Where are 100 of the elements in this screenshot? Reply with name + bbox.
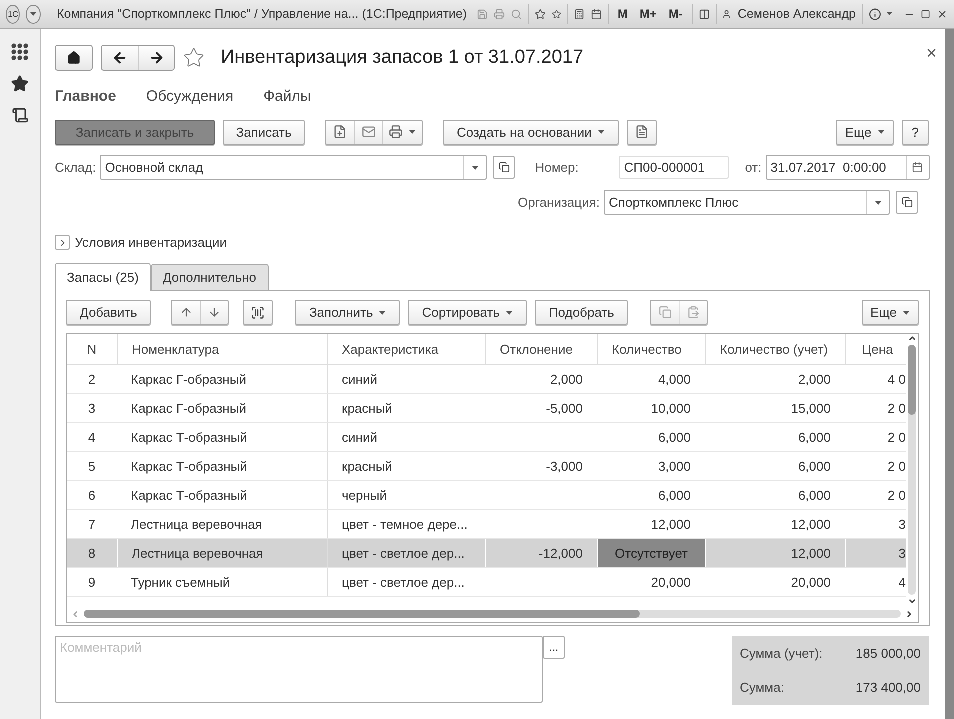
warehouse-field[interactable]: Основной склад	[100, 155, 488, 180]
group-title[interactable]: Условия инвентаризации	[75, 235, 227, 250]
fill-button[interactable]: Заполнить	[295, 300, 400, 325]
section-link[interactable]: Файлы	[264, 88, 312, 104]
table-cell: 2 0	[888, 430, 906, 444]
table-cell: 10,000	[651, 400, 691, 416]
home-button[interactable]	[55, 45, 93, 71]
column-header[interactable]: Характеристика	[327, 334, 485, 364]
user-name[interactable]: Семенов Александр	[738, 7, 856, 21]
caret-icon	[409, 130, 416, 134]
caret-icon	[506, 310, 513, 314]
open-button[interactable]	[493, 156, 516, 179]
squares-icon	[498, 162, 510, 173]
section-link[interactable]: Обсуждения	[146, 88, 234, 104]
field-label: Организация:	[518, 195, 600, 210]
table-cell: 2,000	[550, 372, 583, 386]
table-cell: Каркас Г-образный	[131, 372, 246, 386]
open-button[interactable]	[896, 191, 918, 214]
caret-icon	[903, 310, 910, 314]
star-icon[interactable]	[183, 47, 205, 69]
scroll-down-icon[interactable]	[908, 597, 916, 606]
table-row[interactable]: 8 Лестница веревочная цвет - светлое дер... -12,000 Отсутствует 12,000 3	[67, 539, 906, 568]
tab[interactable]: Запасы (25)	[55, 263, 151, 291]
table-cell: Каркас Т-образный	[131, 458, 248, 474]
row-number: 5	[88, 458, 96, 474]
memory-button[interactable]: M-	[666, 7, 686, 21]
table-cell: 6,000	[798, 488, 831, 502]
app-logo[interactable]: 1С	[6, 4, 20, 24]
row-number: 6	[88, 488, 96, 502]
sort-button[interactable]: Сортировать	[408, 300, 527, 325]
scroll-up-icon[interactable]	[908, 334, 916, 343]
help-button[interactable]: ?	[902, 120, 929, 144]
row-number: 3	[88, 400, 96, 416]
tab[interactable]: Дополнительно	[150, 264, 269, 290]
table-row[interactable]: 9 Турник съемный цвет - светлое дер... 20,000 20,000 4	[67, 568, 906, 597]
save-button[interactable]: Записать	[223, 120, 305, 144]
table-cell: Лестница веревочная	[131, 516, 262, 532]
printer-icon	[389, 125, 403, 139]
column-header[interactable]: Количество (учет)	[705, 334, 845, 364]
total-label: Сумма:	[740, 680, 786, 696]
column-header[interactable]: Количество	[597, 334, 705, 364]
column-header[interactable]: Номенклатура	[117, 334, 327, 364]
star-icon[interactable]	[11, 75, 29, 93]
row-number: 9	[88, 574, 96, 590]
number-field[interactable]: СП00-000001	[619, 156, 730, 179]
table-row[interactable]: 5 Каркас Т-образный красный -3,000 3,000 6,000 2 0	[67, 452, 906, 481]
vertical-scrollbar[interactable]	[906, 334, 918, 606]
field-label: Склад:	[55, 160, 96, 175]
scroll-thumb[interactable]	[84, 610, 640, 618]
apps-icon[interactable]	[11, 43, 29, 61]
table-cell: 6,000	[658, 430, 691, 444]
memory-button[interactable]: M+	[636, 7, 660, 21]
scroll-thumb[interactable]	[908, 345, 916, 415]
menu-button[interactable]	[26, 4, 41, 24]
user-icon	[722, 8, 732, 20]
scroll-icon[interactable]	[12, 107, 28, 124]
close-button[interactable]: ×	[926, 43, 937, 64]
table-cell: 3	[898, 516, 906, 532]
star-icon[interactable]	[534, 6, 546, 22]
more-button[interactable]: Еще	[836, 120, 894, 144]
expand-button[interactable]: ...	[543, 636, 565, 659]
window-title: Компания "Спорткомплекс Плюс" / Управление на... (1С:Предприятие)	[56, 7, 468, 21]
paste-icon	[687, 306, 700, 319]
comment-field[interactable]: Комментарий	[55, 636, 543, 703]
table-cell: синий	[342, 372, 378, 386]
arrow-down-icon	[208, 306, 222, 319]
caret-icon	[472, 166, 479, 170]
date-field[interactable]: 31.07.2017 0:00:00	[766, 155, 930, 180]
star-icon[interactable]	[552, 8, 562, 20]
table-cell: 15,000	[791, 400, 831, 416]
calculator-icon[interactable]	[574, 6, 586, 22]
table-row[interactable]: 3 Каркас Г-образный красный -5,000 10,000 15,000 2 0	[67, 394, 906, 423]
pick-button[interactable]: Подобрать	[534, 300, 628, 325]
row-number: 2	[88, 372, 96, 386]
table-cell: 6,000	[658, 488, 691, 502]
memory-button[interactable]: M	[614, 7, 631, 21]
scroll-right-icon[interactable]	[905, 610, 914, 618]
create-based-button[interactable]: Создать на основании	[443, 120, 619, 144]
section-link[interactable]: Главное	[55, 88, 116, 104]
table-cell: 12,000	[651, 516, 691, 532]
column-header[interactable]: N	[67, 334, 117, 364]
more-button[interactable]: Еще	[862, 300, 919, 325]
column-header[interactable]: Отклонение	[485, 334, 597, 364]
table-cell: Каркас Г-образный	[131, 400, 246, 416]
home-icon	[67, 51, 81, 65]
expand-toggle[interactable]	[55, 235, 70, 250]
table-cell: синий	[342, 430, 378, 444]
table-row[interactable]: 4 Каркас Т-образный синий 6,000 6,000 2 0	[67, 423, 906, 452]
calendar-icon[interactable]	[591, 6, 602, 22]
organization-field[interactable]: Спорткомплекс Плюс	[604, 190, 890, 215]
table-cell: Лестница веревочная	[132, 546, 264, 560]
caret-icon[interactable]	[887, 12, 892, 16]
table-cell: 6,000	[798, 430, 831, 444]
table-row[interactable]: 6 Каркас Т-образный черный 6,000 6,000 2 0	[67, 481, 906, 510]
table-cell: красный	[342, 400, 392, 416]
add-button[interactable]: Добавить	[66, 300, 152, 325]
maximize-icon[interactable]	[921, 8, 931, 20]
row-number: 8	[88, 546, 96, 560]
table-row[interactable]: 7 Лестница веревочная цвет - темное дере... 12,000 12,000 3	[67, 510, 906, 539]
table-row[interactable]: 2 Каркас Г-образный синий 2,000 4,000 2,000 4 0	[67, 365, 906, 394]
